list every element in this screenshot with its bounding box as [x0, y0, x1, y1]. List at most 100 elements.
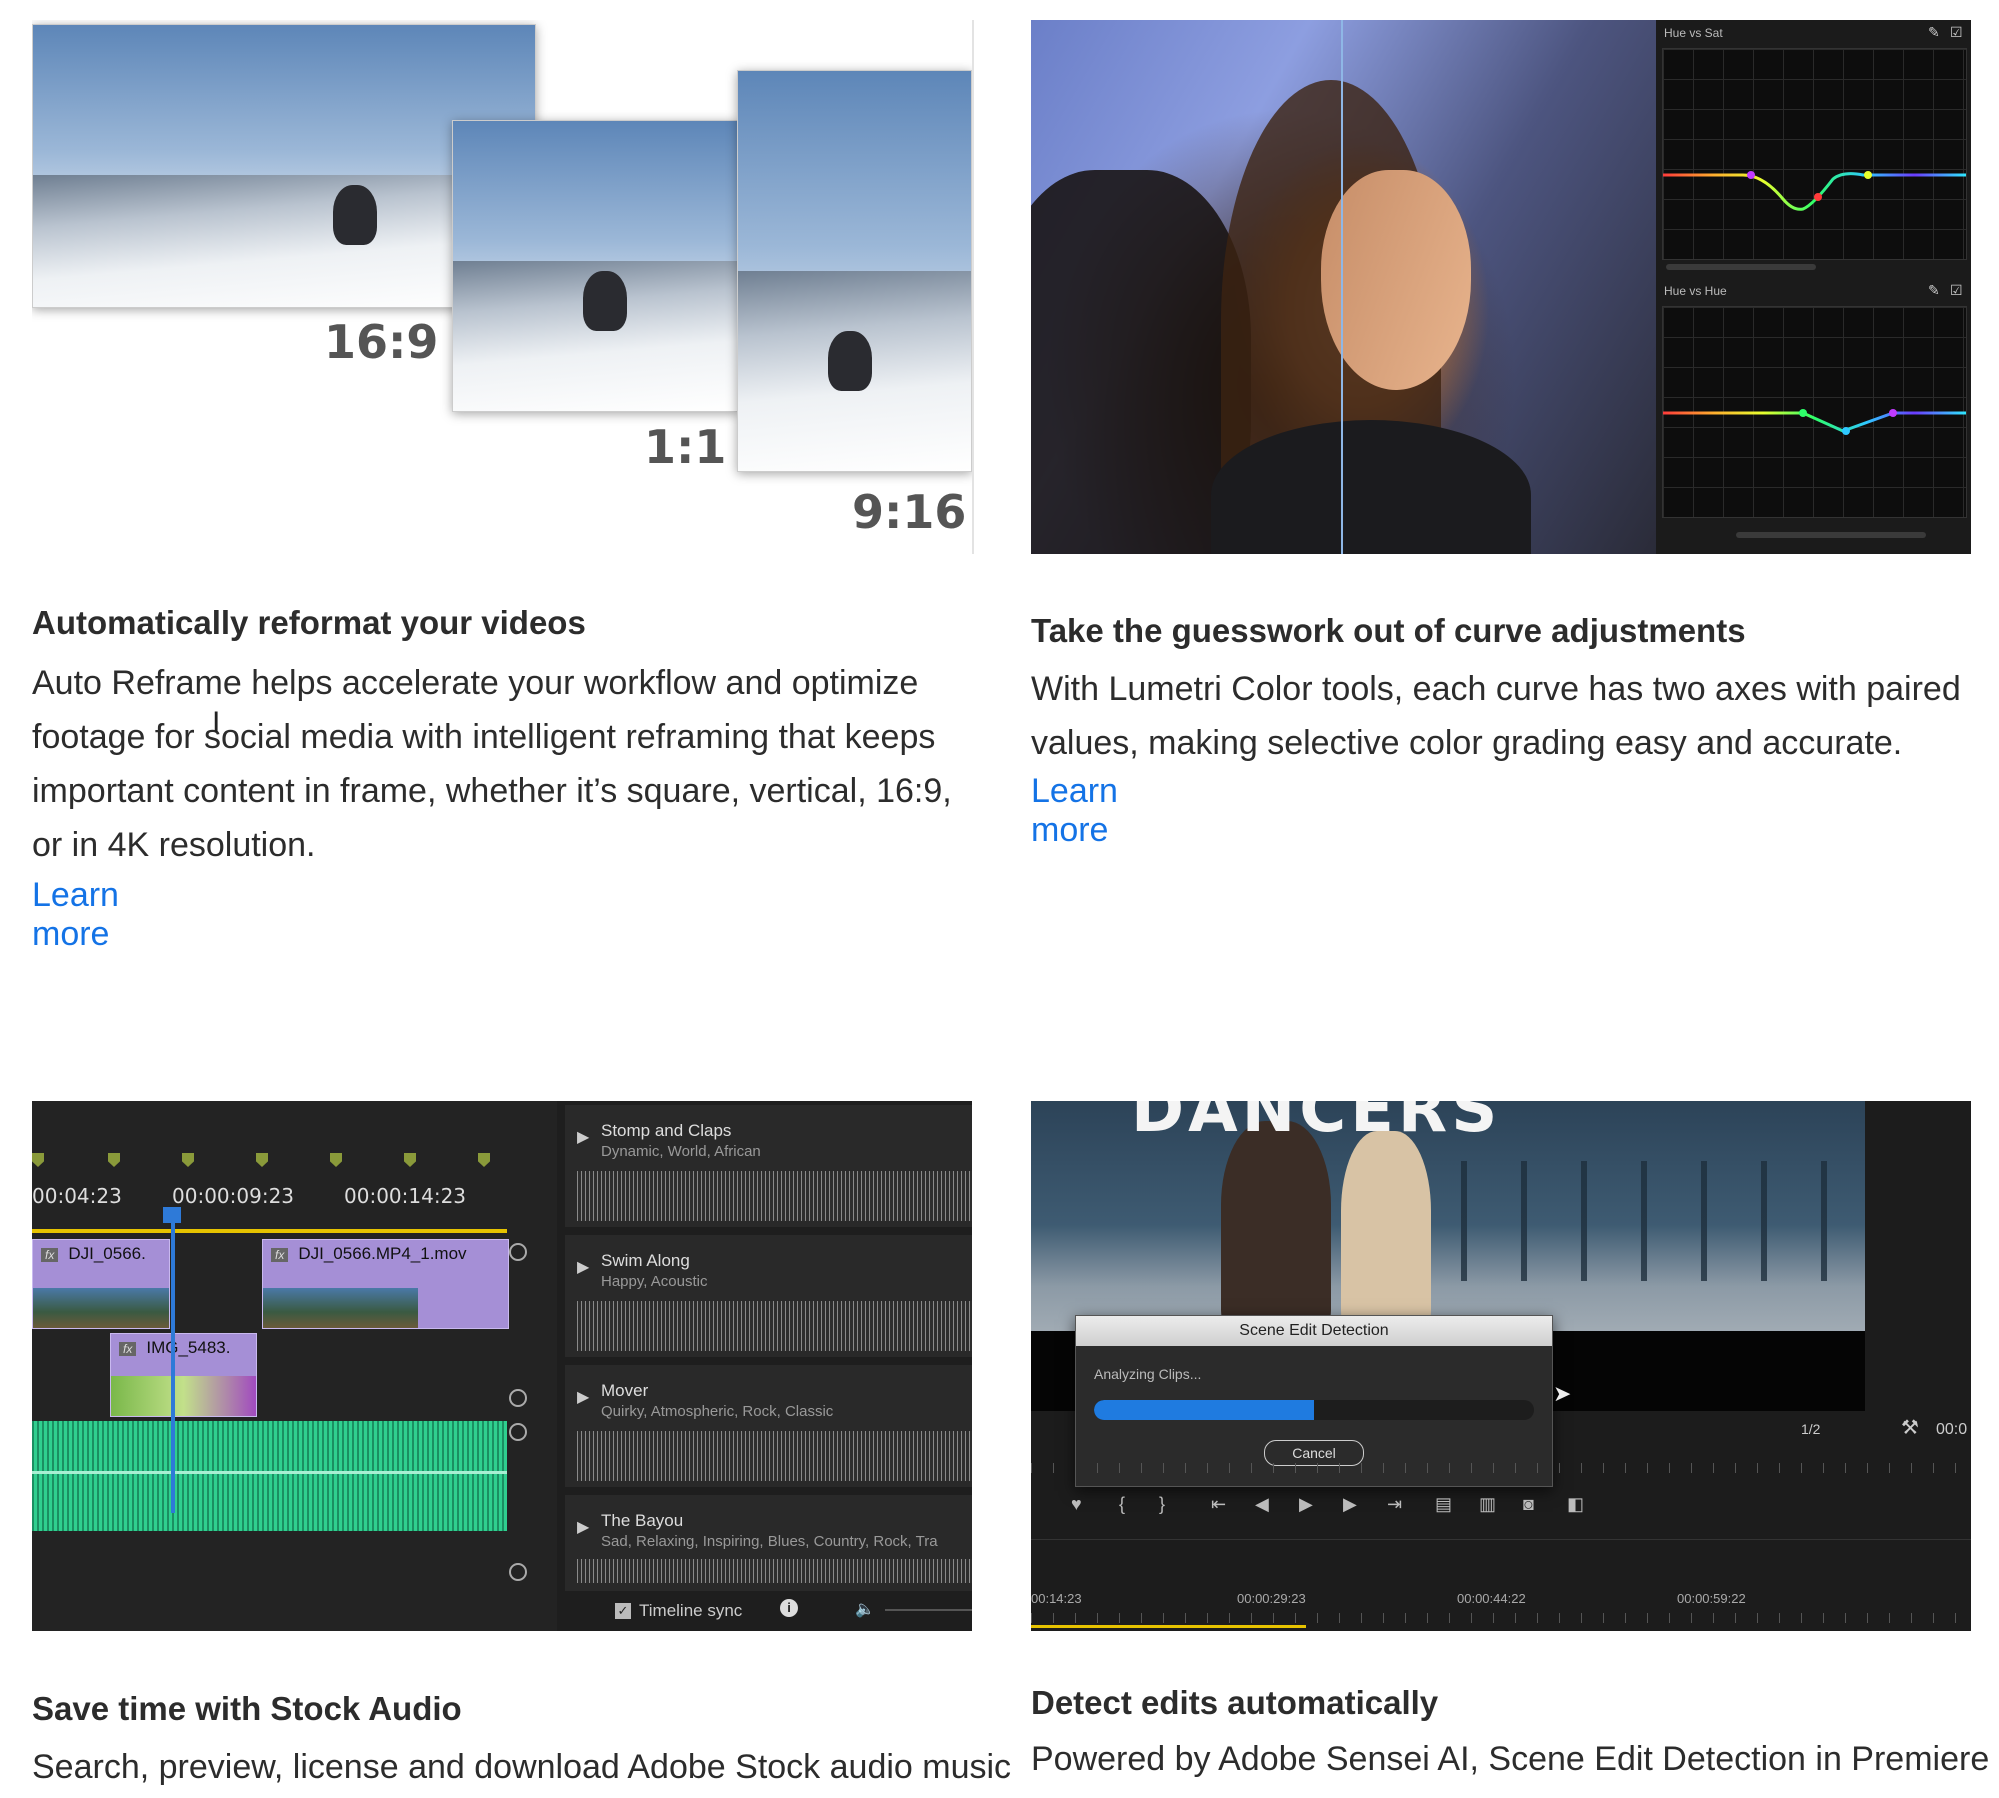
checkbox-icon[interactable]: ☑	[1950, 282, 1963, 299]
wrench-icon[interactable]: ⚒	[1901, 1415, 1919, 1440]
step-forward-icon[interactable]: ▶	[1343, 1494, 1357, 1515]
card-body: With Lumetri Color tools, each curve has…	[1031, 670, 1961, 762]
step-back-icon[interactable]: ◀	[1255, 1494, 1269, 1515]
timecode: 00:00:44:22	[1457, 1591, 1526, 1606]
info-icon[interactable]: i	[780, 1599, 798, 1617]
ratio-9-16: 9:16	[852, 485, 967, 539]
playhead[interactable]	[171, 1213, 175, 1513]
marker-icon[interactable]: ♥	[1071, 1494, 1082, 1515]
audio-track[interactable]: ▶ The Bayou Sad, Relaxing, Inspiring, Bl…	[565, 1495, 972, 1591]
dialog-title: Scene Edit Detection	[1076, 1316, 1552, 1346]
frame-9-16	[737, 70, 972, 472]
clip-thumbnail	[111, 1376, 256, 1416]
track-handle[interactable]	[509, 1423, 527, 1441]
curve-label-hue-vs-hue: Hue vs Hue	[1664, 284, 1727, 298]
hue-vs-sat-graph[interactable]	[1662, 48, 1967, 260]
scrollbar[interactable]	[1666, 264, 1816, 270]
marker-icon[interactable]	[256, 1153, 268, 1167]
card-title: Take the guesswork out of curve adjustme…	[1031, 612, 1746, 649]
track-waveform[interactable]	[577, 1559, 972, 1583]
go-to-out-icon[interactable]: ⇥	[1387, 1494, 1402, 1515]
work-area-bar[interactable]	[32, 1229, 507, 1233]
play-icon[interactable]: ▶	[1299, 1494, 1313, 1515]
checkbox-icon[interactable]: ✓	[615, 1603, 631, 1619]
frame-1-1	[452, 120, 739, 412]
marker-icon[interactable]	[404, 1153, 416, 1167]
card-body: Auto Reframe helps accelerate your workf…	[32, 664, 952, 864]
clip-name: DJI_0566.	[68, 1244, 146, 1263]
play-icon[interactable]: ▶	[577, 1127, 589, 1147]
eyedropper-icon[interactable]: ✎	[1928, 282, 1940, 299]
card-title: Save time with Stock Audio	[32, 1690, 462, 1727]
audio-track[interactable]: ▶ Mover Quirky, Atmospheric, Rock, Class…	[565, 1365, 972, 1487]
volume-icon[interactable]: 🔈	[855, 1599, 875, 1619]
marker-icon[interactable]	[108, 1153, 120, 1167]
video-clip[interactable]: fx DJI_0566.MP4_1.mov	[262, 1239, 509, 1329]
play-icon[interactable]: ▶	[577, 1517, 589, 1537]
video-clip[interactable]: fx IMG_5483.	[110, 1333, 257, 1417]
ratio-16-9: 16:9	[324, 315, 439, 369]
track-tags: Dynamic, World, African	[601, 1143, 761, 1160]
compare-icon[interactable]: ◧	[1567, 1494, 1584, 1515]
track-name: The Bayou	[601, 1511, 684, 1530]
monitor-ruler	[1031, 1463, 1971, 1473]
text-cursor-icon: I	[212, 706, 221, 739]
track-waveform[interactable]	[577, 1431, 972, 1481]
video-clip[interactable]: fx DJI_0566.	[32, 1239, 170, 1329]
track-waveform[interactable]	[577, 1171, 972, 1221]
audio-track[interactable]: ▶ Stomp and Claps Dynamic, World, Africa…	[565, 1105, 972, 1227]
scrollbar[interactable]	[1736, 532, 1926, 538]
track-waveform[interactable]	[577, 1301, 972, 1351]
fx-badge: fx	[271, 1248, 289, 1262]
timecode: 00:00:14:23	[344, 1184, 467, 1208]
track-handle[interactable]	[509, 1243, 527, 1261]
ratio-1-1: 1:1	[644, 420, 727, 474]
fx-badge: fx	[41, 1248, 59, 1262]
track-name: Swim Along	[601, 1251, 690, 1270]
audio-waveform[interactable]	[32, 1421, 507, 1531]
zoom-select[interactable]: 1/2	[1801, 1421, 1820, 1437]
marker-icon[interactable]	[330, 1153, 342, 1167]
playhead-handle[interactable]	[163, 1207, 181, 1223]
marker-icon[interactable]	[32, 1153, 44, 1167]
timecode-readout: 00:0	[1936, 1421, 1968, 1438]
play-icon[interactable]: ▶	[577, 1387, 589, 1407]
timecode: 00:00:29:23	[1237, 1591, 1306, 1606]
timeline-ruler[interactable]	[1031, 1613, 1971, 1623]
marker-icon[interactable]	[478, 1153, 490, 1167]
hue-vs-hue-graph[interactable]	[1662, 306, 1967, 518]
scene-edit-detection-dialog: Scene Edit Detection Analyzing Clips... …	[1075, 1315, 1553, 1487]
audio-track[interactable]: ▶ Swim Along Happy, Acoustic	[565, 1235, 972, 1357]
go-to-in-icon[interactable]: ⇤	[1211, 1494, 1226, 1515]
timeline-panel: 00:04:23 00:00:09:23 00:00:14:23 fx DJI_0…	[32, 1101, 557, 1631]
clip-name: IMG_5483.	[146, 1338, 231, 1357]
card-body: Powered by Adobe Sensei AI, Scene Edit D…	[1031, 1740, 1990, 1778]
extract-icon[interactable]: ▥	[1479, 1494, 1496, 1515]
eyedropper-icon[interactable]: ✎	[1928, 24, 1940, 41]
track-name: Mover	[601, 1381, 649, 1400]
mark-out-icon[interactable]: }	[1159, 1494, 1165, 1515]
stock-audio-footer: ✓ Timeline sync i 🔈	[565, 1591, 972, 1631]
volume-slider[interactable]	[885, 1609, 972, 1611]
mouse-pointer-icon: ➤	[1553, 1381, 1572, 1406]
timeline-sync-label[interactable]: Timeline sync	[639, 1601, 742, 1621]
reframe-illustration: 16:9 1:1 9:16	[32, 20, 974, 554]
mark-in-icon[interactable]: {	[1119, 1494, 1125, 1515]
card-title: Automatically reformat your videos	[32, 604, 586, 641]
learn-more-link[interactable]: Learn more	[1031, 772, 1118, 850]
checkbox-icon[interactable]: ☑	[1950, 24, 1963, 41]
clip-thumbnail	[33, 1288, 169, 1328]
track-handle[interactable]	[509, 1389, 527, 1407]
track-handle[interactable]	[509, 1563, 527, 1581]
timecode: 00:00:09:23	[172, 1184, 295, 1208]
scene-detect-illustration: DANCERS Scene Edit Detection Analyzing C…	[1031, 1101, 1971, 1631]
transport-controls: ♥ { } ⇤ ◀ ▶ ▶ ⇥ ▤ ▥ ◙ ◧	[1031, 1486, 1971, 1526]
work-area-bar[interactable]	[1031, 1625, 1306, 1628]
play-icon[interactable]: ▶	[577, 1257, 589, 1277]
marker-icon[interactable]	[182, 1153, 194, 1167]
dialog-status: Analyzing Clips...	[1094, 1366, 1202, 1382]
camera-icon[interactable]: ◙	[1523, 1494, 1534, 1515]
learn-more-link[interactable]: Learn more	[32, 876, 119, 954]
timecode: 00:04:23	[32, 1184, 122, 1208]
lift-icon[interactable]: ▤	[1435, 1494, 1452, 1515]
